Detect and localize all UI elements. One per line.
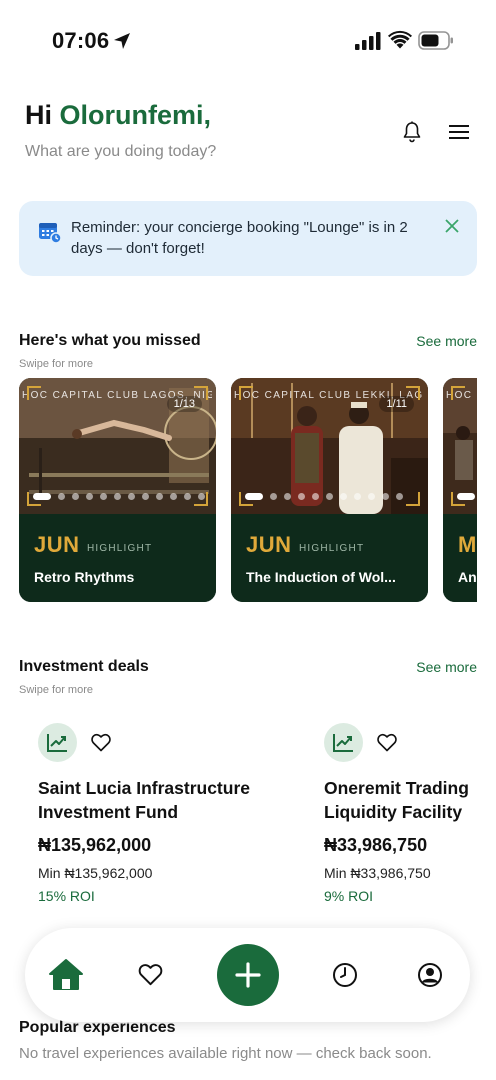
highlight-title: The Induction of Wol...: [246, 569, 396, 585]
pagination-dot: [340, 492, 347, 500]
greeting-subtitle: What are you doing today?: [25, 143, 217, 160]
investment-deal-card[interactable]: Saint Lucia Infrastructure Investment Fu…: [38, 723, 278, 913]
trending-chart-icon: [333, 734, 353, 752]
pagination-dot: [100, 492, 107, 500]
wifi-icon: [388, 30, 412, 49]
popular-empty-message: No travel experiences available right no…: [19, 1045, 432, 1062]
highlights-see-more-link[interactable]: See more: [416, 333, 477, 349]
deal-roi: 15% ROI: [38, 888, 95, 904]
investments-swipe-hint: Swipe for more: [19, 684, 93, 696]
reminder-text: Reminder: your concierge booking "Lounge…: [71, 219, 408, 257]
pagination-dot: [170, 492, 177, 500]
pagination-dot: [284, 492, 291, 500]
heart-icon[interactable]: [377, 733, 397, 752]
highlight-card[interactable]: HOC CAPITAL CLUB LEKKI, LAG... 1/11 JUN …: [231, 378, 428, 602]
pagination-dot: [245, 492, 263, 500]
pagination-dot: [457, 492, 475, 500]
greeting-heading: Hi Olorunfemi,: [25, 100, 211, 131]
deal-icon-badge: [38, 723, 77, 762]
highlights-carousel[interactable]: HOC CAPITAL CLUB LAGOS, NIG... 1/13 JUN …: [19, 378, 477, 602]
deal-minimum: Min ₦33,986,750: [324, 865, 431, 881]
pagination-dot: [198, 492, 205, 500]
pagination-dot: [128, 492, 135, 500]
pagination-dot: [312, 492, 319, 500]
battery-icon: [418, 31, 453, 50]
bell-icon[interactable]: [400, 120, 424, 144]
pagination-dot: [326, 492, 333, 500]
hamburger-menu-icon[interactable]: [447, 122, 471, 142]
pagination-dot: [354, 492, 361, 500]
deal-title: Saint Lucia Infrastructure Investment Fu…: [38, 778, 250, 822]
frame-corner: [194, 386, 208, 400]
pagination-dot: [114, 492, 121, 500]
highlight-tag: HIGHLIGHT: [87, 543, 153, 554]
frame-corner: [406, 386, 420, 400]
pagination-dot: [270, 492, 277, 500]
plus-icon: [235, 962, 261, 988]
pagination-dot: [86, 492, 93, 500]
status-time: 07:06: [52, 28, 110, 53]
deal-icon-badge: [324, 723, 363, 762]
location-arrow-icon: [114, 33, 130, 49]
reminder-banner: Reminder: your concierge booking "Lounge…: [19, 201, 477, 276]
photo-pagination-dots: [33, 491, 205, 501]
heart-icon[interactable]: [91, 733, 111, 752]
history-clock-icon[interactable]: [332, 962, 358, 988]
highlight-info: M An: [443, 514, 477, 602]
pagination-dot: [368, 492, 375, 500]
frame-corner: [239, 386, 253, 400]
pagination-dot: [184, 492, 191, 500]
pagination-dot: [72, 492, 79, 500]
investments-see-more-link[interactable]: See more: [416, 659, 477, 675]
highlight-card[interactable]: HOC CAPITAL CLUB LAGOS, NIG... 1/13 JUN …: [19, 378, 216, 602]
highlight-tag: HIGHLIGHT: [299, 543, 365, 554]
pagination-dot: [298, 492, 305, 500]
bottom-navigation: [25, 928, 470, 1022]
investments-section-title: Investment deals: [19, 658, 149, 675]
greeting-prefix: Hi: [25, 100, 52, 130]
close-icon[interactable]: [444, 218, 460, 234]
pagination-dot: [33, 492, 51, 500]
frame-corner: [27, 386, 41, 400]
highlight-month: M: [458, 532, 477, 557]
highlight-card[interactable]: HOC M An: [443, 378, 477, 602]
pagination-dot: [382, 492, 389, 500]
pagination-dot: [58, 492, 65, 500]
highlights-swipe-hint: Swipe for more: [19, 358, 93, 370]
highlight-info: JUN HIGHLIGHT Retro Rhythms: [19, 514, 216, 602]
status-bar: 07:06: [0, 0, 496, 80]
profile-icon[interactable]: [417, 962, 443, 988]
investment-deal-card[interactable]: Oneremit Trading Liquidity Facility ₦33,…: [324, 723, 496, 913]
heart-icon[interactable]: [138, 963, 163, 986]
highlight-info: JUN HIGHLIGHT The Induction of Wol...: [231, 514, 428, 602]
deal-roi: 9% ROI: [324, 888, 374, 904]
highlight-month: JUN: [34, 532, 80, 557]
pagination-dot: [156, 492, 163, 500]
pagination-dot: [142, 492, 149, 500]
frame-corner: [406, 492, 420, 506]
calendar-icon: [39, 223, 62, 244]
deal-price: ₦135,962,000: [38, 835, 152, 855]
deal-minimum: Min ₦135,962,000: [38, 865, 153, 881]
cellular-signal-icon: [355, 32, 381, 50]
highlight-title: Retro Rhythms: [34, 569, 135, 585]
pagination-dot: [396, 492, 403, 500]
highlights-section-title: Here's what you missed: [19, 332, 201, 349]
add-button[interactable]: [217, 944, 279, 1006]
photo-pagination-dots: [457, 491, 475, 501]
deal-price: ₦33,986,750: [324, 835, 428, 855]
deal-title: Oneremit Trading Liquidity Facility: [324, 778, 469, 822]
highlight-month: JUN: [246, 532, 292, 557]
trending-chart-icon: [47, 734, 67, 752]
photo-pagination-dots: [245, 491, 403, 501]
home-icon[interactable]: [48, 958, 84, 991]
highlight-title: An: [458, 569, 477, 585]
greeting-name: Olorunfemi,: [59, 100, 212, 130]
frame-corner: [451, 386, 465, 400]
